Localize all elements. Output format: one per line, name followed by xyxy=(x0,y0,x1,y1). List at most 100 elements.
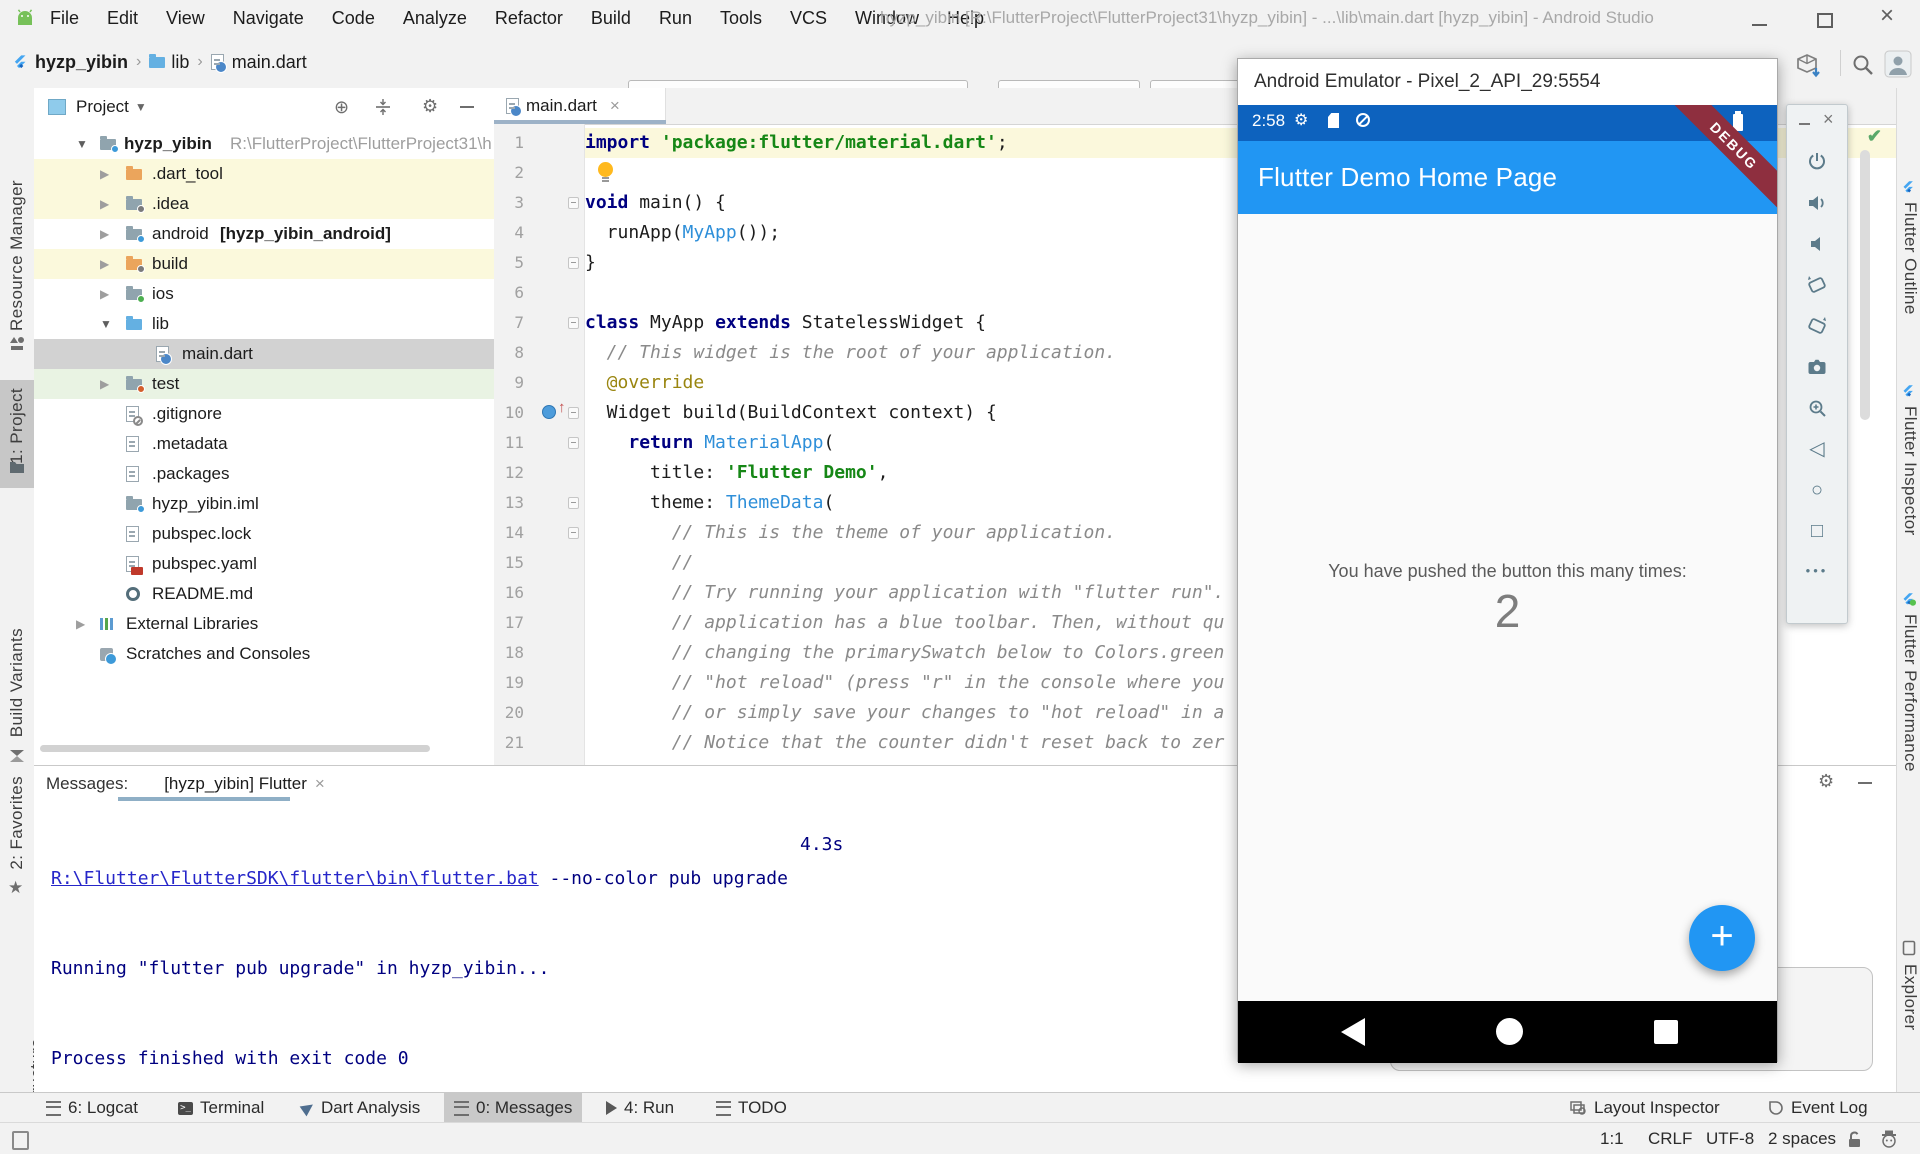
file-encoding[interactable]: UTF-8 xyxy=(1706,1123,1754,1154)
project-view-selector[interactable]: Project xyxy=(76,97,129,117)
breadcrumb-project[interactable]: hyzp_yibin xyxy=(35,52,128,73)
fold-marker[interactable] xyxy=(568,407,579,419)
tree-row-main-dart[interactable]: main.dart xyxy=(34,339,494,369)
tree-row-readme[interactable]: README.md xyxy=(34,579,494,609)
strip-favorites[interactable]: 2: Favorites xyxy=(7,776,27,870)
toolwindow-logcat[interactable]: 6: Logcat xyxy=(36,1093,148,1123)
breadcrumb-file[interactable]: main.dart xyxy=(232,52,307,73)
toolwindow-run[interactable]: 4: Run xyxy=(596,1093,684,1123)
sdk-manager-icon[interactable] xyxy=(1794,52,1822,80)
override-arrow-icon[interactable]: ↑ xyxy=(558,399,566,416)
editor-scrollbar[interactable] xyxy=(1860,150,1870,420)
tree-row-lib[interactable]: ▼ lib xyxy=(34,309,494,339)
highlighting-level-icon[interactable] xyxy=(1880,1130,1898,1148)
nav-overview-button[interactable] xyxy=(1654,1020,1678,1044)
menu-code[interactable]: Code xyxy=(332,8,375,29)
fab-increment-button[interactable]: + xyxy=(1689,905,1755,971)
expand-arrow-icon[interactable]: ▶ xyxy=(100,257,109,271)
menu-analyze[interactable]: Analyze xyxy=(403,8,467,29)
emulator-screenshot-button[interactable] xyxy=(1787,352,1847,382)
close-button[interactable]: × xyxy=(1880,2,1894,30)
caret-position[interactable]: 1:1 xyxy=(1600,1123,1624,1154)
emulator-rotate-left-button[interactable] xyxy=(1787,270,1847,300)
tree-row-metadata[interactable]: .metadata xyxy=(34,429,494,459)
avatar[interactable] xyxy=(1884,50,1912,78)
emulator-title-bar[interactable]: Android Emulator - Pixel_2_API_29:5554 xyxy=(1238,59,1777,105)
tree-row-test[interactable]: ▶ test xyxy=(34,369,494,399)
emulator-volume-up-button[interactable] xyxy=(1787,188,1847,218)
tree-row-gitignore[interactable]: .gitignore xyxy=(34,399,494,429)
tree-row-dart-tool[interactable]: ▶ .dart_tool xyxy=(34,159,494,189)
fold-marker[interactable] xyxy=(568,497,579,509)
tree-row-pubspec-lock[interactable]: pubspec.lock xyxy=(34,519,494,549)
line-separator[interactable]: CRLF xyxy=(1648,1123,1692,1154)
tree-row-ios[interactable]: ▶ ios xyxy=(34,279,494,309)
strip-flutter-inspector[interactable]: Flutter Inspector xyxy=(1900,406,1920,536)
menu-navigate[interactable]: Navigate xyxy=(233,8,304,29)
tree-row-scratches[interactable]: Scratches and Consoles xyxy=(34,639,494,669)
hide-panel-icon[interactable] xyxy=(460,106,474,108)
collapse-all-icon[interactable] xyxy=(374,98,392,116)
tree-row-external-libraries[interactable]: ▶ External Libraries xyxy=(34,609,494,639)
emulator-zoom-button[interactable] xyxy=(1787,393,1847,423)
strip-resource-manager[interactable]: Resource Manager xyxy=(7,180,27,331)
menu-view[interactable]: View xyxy=(166,8,205,29)
indent-setting[interactable]: 2 spaces xyxy=(1768,1123,1836,1154)
expand-arrow-icon[interactable]: ▶ xyxy=(76,617,85,631)
emulator-rotate-right-button[interactable] xyxy=(1787,311,1847,341)
menu-tools[interactable]: Tools xyxy=(720,8,762,29)
expand-arrow-icon[interactable]: ▶ xyxy=(100,377,109,391)
readonly-lock-icon[interactable] xyxy=(1846,1131,1862,1148)
inspection-status-icon[interactable]: ✔ xyxy=(1867,126,1882,147)
menu-vcs[interactable]: VCS xyxy=(790,8,827,29)
tree-row-pubspec-yaml[interactable]: pubspec.yaml xyxy=(34,549,494,579)
expand-arrow-icon[interactable]: ▼ xyxy=(76,137,88,151)
console-link[interactable]: R:\Flutter\FlutterSDK\flutter\bin\flutte… xyxy=(51,868,539,889)
strip-build-variants[interactable]: Build Variants xyxy=(7,628,27,737)
gear-icon[interactable]: ⚙ xyxy=(422,96,438,117)
tree-row-idea[interactable]: ▶ .idea xyxy=(34,189,494,219)
tab-main-dart[interactable]: main.dart × xyxy=(494,88,666,124)
override-gutter-icon[interactable] xyxy=(542,405,556,419)
toolwindow-dart-analysis[interactable]: Dart Analysis xyxy=(292,1093,430,1123)
search-icon[interactable] xyxy=(1850,52,1876,78)
tree-row-packages[interactable]: .packages xyxy=(34,459,494,489)
tree-row-build[interactable]: ▶ build xyxy=(34,249,494,279)
fold-marker[interactable] xyxy=(568,197,579,209)
maximize-button[interactable] xyxy=(1817,13,1833,28)
emulator-close-button[interactable]: × xyxy=(1823,109,1834,130)
fold-marker[interactable] xyxy=(568,527,579,539)
toolwindow-switcher-icon[interactable] xyxy=(12,1131,29,1150)
emulator-home-button[interactable]: ○ xyxy=(1787,477,1847,507)
emulator-more-button[interactable]: ••• xyxy=(1787,563,1847,593)
toolwindow-event-log[interactable]: Event Log xyxy=(1758,1093,1878,1123)
expand-arrow-icon[interactable]: ▶ xyxy=(100,227,109,241)
menu-run[interactable]: Run xyxy=(659,8,692,29)
strip-flutter-outline[interactable]: Flutter Outline xyxy=(1900,202,1920,315)
fold-marker[interactable] xyxy=(568,437,579,449)
menu-edit[interactable]: Edit xyxy=(107,8,138,29)
tree-row-iml[interactable]: hyzp_yibin.iml xyxy=(34,489,494,519)
toolwindow-terminal[interactable]: >_Terminal xyxy=(168,1093,274,1123)
close-icon[interactable]: × xyxy=(315,774,325,794)
expand-arrow-icon[interactable]: ▶ xyxy=(100,197,109,211)
expand-arrow-icon[interactable]: ▶ xyxy=(100,287,109,301)
toolwindow-messages[interactable]: 0: Messages xyxy=(444,1093,582,1123)
menu-build[interactable]: Build xyxy=(591,8,631,29)
menu-refactor[interactable]: Refactor xyxy=(495,8,563,29)
tree-row-android[interactable]: ▶ android [hyzp_yibin_android] xyxy=(34,219,494,249)
nav-home-button[interactable] xyxy=(1496,1018,1523,1045)
menu-file[interactable]: File xyxy=(50,8,79,29)
tree-row-root[interactable]: ▼ hyzp_yibin R:\FlutterProject\FlutterPr… xyxy=(34,129,494,159)
fold-marker[interactable] xyxy=(568,257,579,269)
fold-marker[interactable] xyxy=(568,317,579,329)
strip-flutter-performance[interactable]: Flutter Performance xyxy=(1900,614,1920,772)
gear-icon[interactable]: ⚙ xyxy=(1818,771,1834,792)
expand-arrow-icon[interactable]: ▼ xyxy=(100,317,112,331)
strip-device-file-explorer[interactable]: Device File Explorer xyxy=(1900,964,1920,1092)
emulator-power-button[interactable] xyxy=(1787,147,1847,177)
emulator-volume-down-button[interactable] xyxy=(1787,229,1847,259)
hide-panel-icon[interactable] xyxy=(1858,782,1872,784)
minimize-button[interactable] xyxy=(1752,24,1767,26)
horizontal-scrollbar[interactable] xyxy=(40,745,430,752)
